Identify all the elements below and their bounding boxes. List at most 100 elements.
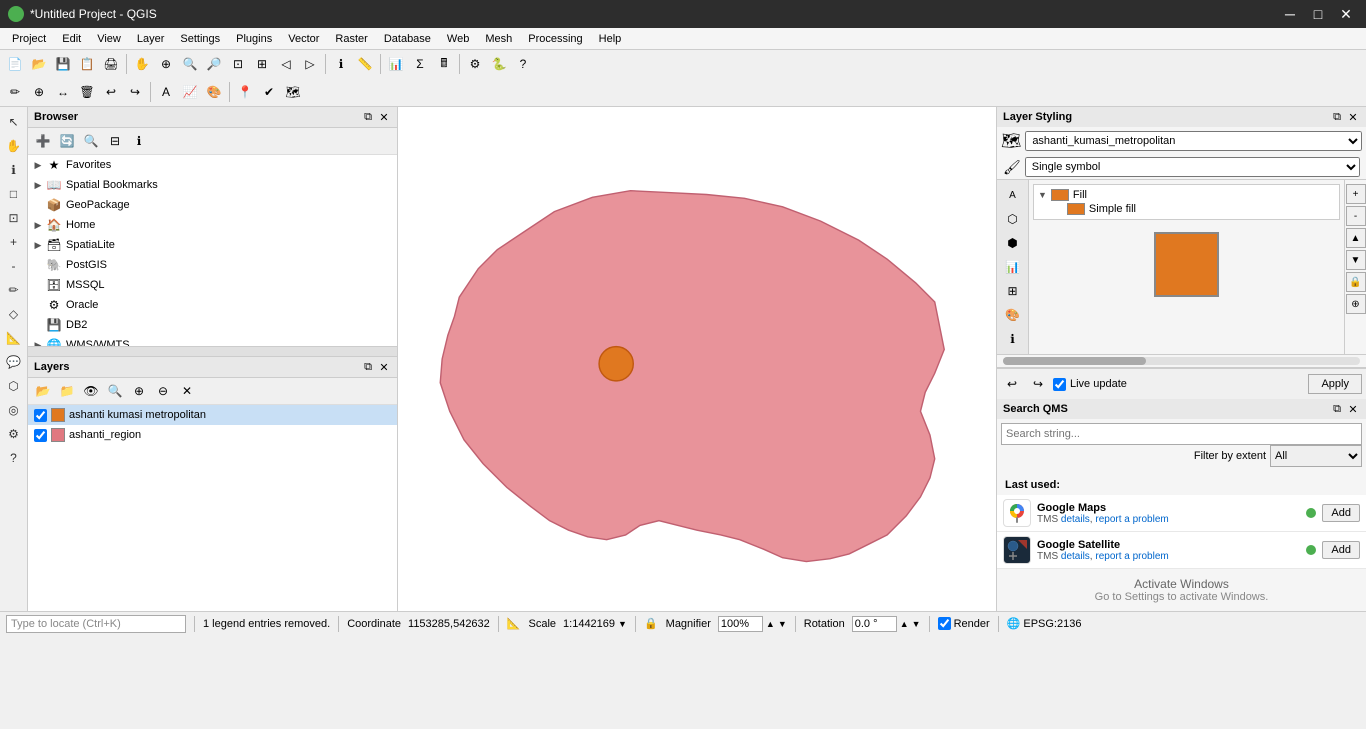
browser-collapse-button[interactable]: ⊟ [104, 130, 126, 152]
tree-wms[interactable]: ▶ 🌐 WMS/WMTS [28, 335, 397, 346]
layer-region-checkbox[interactable] [34, 429, 47, 442]
tree-spatial-bookmarks[interactable]: ▶ 📖 Spatial Bookmarks [28, 175, 397, 195]
search-qms-close-button[interactable]: ✕ [1346, 402, 1360, 416]
identify-button[interactable]: ℹ [330, 53, 352, 75]
scale-dropdown-button[interactable]: ▼ [618, 619, 627, 629]
menu-raster[interactable]: Raster [327, 31, 375, 47]
tree-oracle[interactable]: ▶ ⚙ Oracle [28, 295, 397, 315]
zoom-full-button[interactable]: ⊡ [227, 53, 249, 75]
style-icon-3d[interactable]: ⬢ [1002, 232, 1024, 254]
zoom-out-tool[interactable]: - [3, 255, 25, 277]
render-checkbox[interactable] [938, 617, 951, 630]
3d-tool[interactable]: ⬡ [3, 375, 25, 397]
rotation-spin-down[interactable]: ▼ [912, 619, 921, 629]
print-button[interactable]: 🖨 [100, 53, 122, 75]
redo-edit-button[interactable]: ↪ [124, 81, 146, 103]
field-calc-button[interactable]: 🖩 [433, 53, 455, 75]
zoom-layer-button[interactable]: ⊞ [251, 53, 273, 75]
search-qms-input[interactable] [1001, 423, 1362, 445]
style-lock-button[interactable]: 🔒 [1346, 272, 1366, 292]
google-maps-report-link[interactable]: report a problem [1095, 514, 1168, 525]
search-qms-float-button[interactable]: ⧉ [1330, 402, 1344, 416]
zoom-out-button[interactable]: 🔎 [203, 53, 225, 75]
style-icon-symbol[interactable]: ⬡ [1002, 208, 1024, 230]
tree-spatialite[interactable]: ▶ 🗃 SpatiaLite [28, 235, 397, 255]
zoom-next-button[interactable]: ▷ [299, 53, 321, 75]
layers-open-button[interactable]: 📂 [32, 380, 54, 402]
statistics-button[interactable]: Σ [409, 53, 431, 75]
pan-tool[interactable]: ✋ [3, 135, 25, 157]
google-satellite-details-link[interactable]: details [1061, 551, 1090, 562]
style-down-button[interactable]: ▼ [1346, 250, 1366, 270]
google-maps-details-link[interactable]: details [1061, 514, 1090, 525]
style-icon-diagram[interactable]: 📊 [1002, 256, 1024, 278]
apply-button[interactable]: Apply [1308, 374, 1362, 394]
save-as-button[interactable]: 📋 [76, 53, 98, 75]
edit-tool-button[interactable]: ✏ [4, 81, 26, 103]
layer-item-region[interactable]: ashanti_region [28, 425, 397, 445]
zoom-in-button[interactable]: 🔍 [179, 53, 201, 75]
layers-collapse-button[interactable]: ⊖ [152, 380, 174, 402]
locate-button[interactable]: 📍 [234, 81, 256, 103]
plugins-button[interactable]: ⚙ [464, 53, 486, 75]
tree-geopackage[interactable]: ▶ 📦 GeoPackage [28, 195, 397, 215]
close-button[interactable]: ✕ [1334, 2, 1358, 26]
tree-mssql[interactable]: ▶ 🗄 MSSQL [28, 275, 397, 295]
layers-close-button[interactable]: ✕ [377, 360, 391, 374]
tree-db2[interactable]: ▶ 💾 DB2 [28, 315, 397, 335]
layer-styling-float-button[interactable]: ⧉ [1330, 110, 1344, 124]
menu-project[interactable]: Project [4, 31, 54, 47]
styling-scrollbar[interactable] [1003, 357, 1360, 365]
menu-help[interactable]: Help [591, 31, 630, 47]
layers-filter-button[interactable]: 🔍 [104, 380, 126, 402]
style-add-layer-button[interactable]: + [1346, 184, 1366, 204]
identify-tool[interactable]: ℹ [3, 159, 25, 181]
plugin-tool[interactable]: ⚙ [3, 423, 25, 445]
rotation-input[interactable] [852, 616, 897, 632]
menu-plugins[interactable]: Plugins [228, 31, 280, 47]
status-locator[interactable]: Type to locate (Ctrl+K) [6, 615, 186, 633]
magnifier-spin-down[interactable]: ▼ [778, 619, 787, 629]
browser-properties-button[interactable]: ℹ [128, 130, 150, 152]
tree-home[interactable]: ▶ 🏠 Home [28, 215, 397, 235]
open-project-button[interactable]: 📂 [28, 53, 50, 75]
browser-filter-button[interactable]: 🔍 [80, 130, 102, 152]
cursor-tool[interactable]: ↖ [3, 111, 25, 133]
style-icon-fields[interactable]: ⊞ [1002, 280, 1024, 302]
browser-float-button[interactable]: ⧉ [361, 110, 375, 124]
style-icon-metadata[interactable]: ℹ [1002, 328, 1024, 350]
annotation-tool[interactable]: 💬 [3, 351, 25, 373]
save-project-button[interactable]: 💾 [52, 53, 74, 75]
filter-extent-select[interactable]: All Current extent [1270, 445, 1362, 467]
style-up-button[interactable]: ▲ [1346, 228, 1366, 248]
menu-mesh[interactable]: Mesh [477, 31, 520, 47]
zoom-prev-button[interactable]: ◁ [275, 53, 297, 75]
move-feature-button[interactable]: ↔ [52, 81, 74, 103]
node-tool[interactable]: ◇ [3, 303, 25, 325]
menu-database[interactable]: Database [376, 31, 439, 47]
undo-edit-button[interactable]: ↩ [100, 81, 122, 103]
google-satellite-add-button[interactable]: Add [1322, 541, 1360, 559]
maximize-button[interactable]: □ [1306, 2, 1330, 26]
browser-add-button[interactable]: ➕ [32, 130, 54, 152]
label-tool-button[interactable]: A [155, 81, 177, 103]
delete-feature-button[interactable]: 🗑 [76, 81, 98, 103]
style-copy-button[interactable]: ⊕ [1346, 294, 1366, 314]
map-area[interactable] [398, 107, 996, 611]
tree-favorites[interactable]: ▶ ★ Favorites [28, 155, 397, 175]
google-maps-add-button[interactable]: Add [1322, 504, 1360, 522]
browser-hscroll[interactable] [28, 346, 397, 356]
style-undo-button[interactable]: ↩ [1001, 373, 1023, 395]
layers-expand-button[interactable]: ⊕ [128, 380, 150, 402]
menu-view[interactable]: View [89, 31, 129, 47]
new-project-button[interactable]: 📄 [4, 53, 26, 75]
google-satellite-report-link[interactable]: report a problem [1095, 551, 1168, 562]
style-redo-button[interactable]: ↪ [1027, 373, 1049, 395]
help-button[interactable]: ? [512, 53, 534, 75]
fill-color-swatch[interactable] [1154, 232, 1219, 297]
layers-add-group-button[interactable]: 📁 [56, 380, 78, 402]
menu-settings[interactable]: Settings [172, 31, 228, 47]
style-icon-text[interactable]: A [1002, 184, 1024, 206]
select-button[interactable]: ⊕ [155, 53, 177, 75]
select-tool[interactable]: □ [3, 183, 25, 205]
